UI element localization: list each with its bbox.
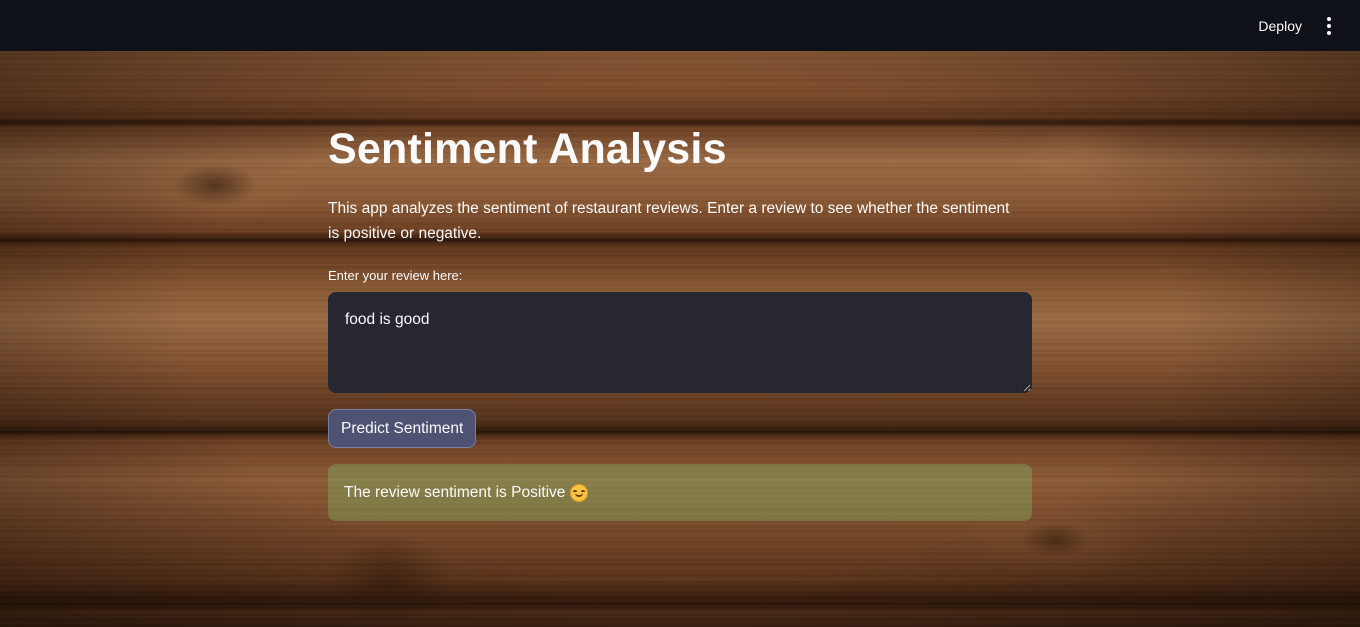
deploy-button[interactable]: Deploy <box>1250 12 1310 40</box>
menu-dot <box>1327 30 1331 35</box>
app-header: Deploy <box>0 0 1360 51</box>
sentiment-result-text: The review sentiment is Positive <box>344 483 566 501</box>
menu-dot <box>1327 16 1331 21</box>
main-content: Sentiment Analysis This app analyzes the… <box>328 51 1032 522</box>
vertical-ellipsis-icon[interactable] <box>1320 15 1338 37</box>
smiling-face-emoji-icon <box>570 483 589 502</box>
page-title: Sentiment Analysis <box>328 125 727 173</box>
review-input-label: Enter your review here: <box>328 268 463 284</box>
review-textarea[interactable] <box>328 292 1032 394</box>
sentiment-result-alert: The review sentiment is Positive <box>328 464 1032 522</box>
app-description: This app analyzes the sentiment of resta… <box>328 200 1010 243</box>
predict-sentiment-button[interactable]: Predict Sentiment <box>328 409 477 449</box>
menu-dot <box>1327 23 1331 28</box>
